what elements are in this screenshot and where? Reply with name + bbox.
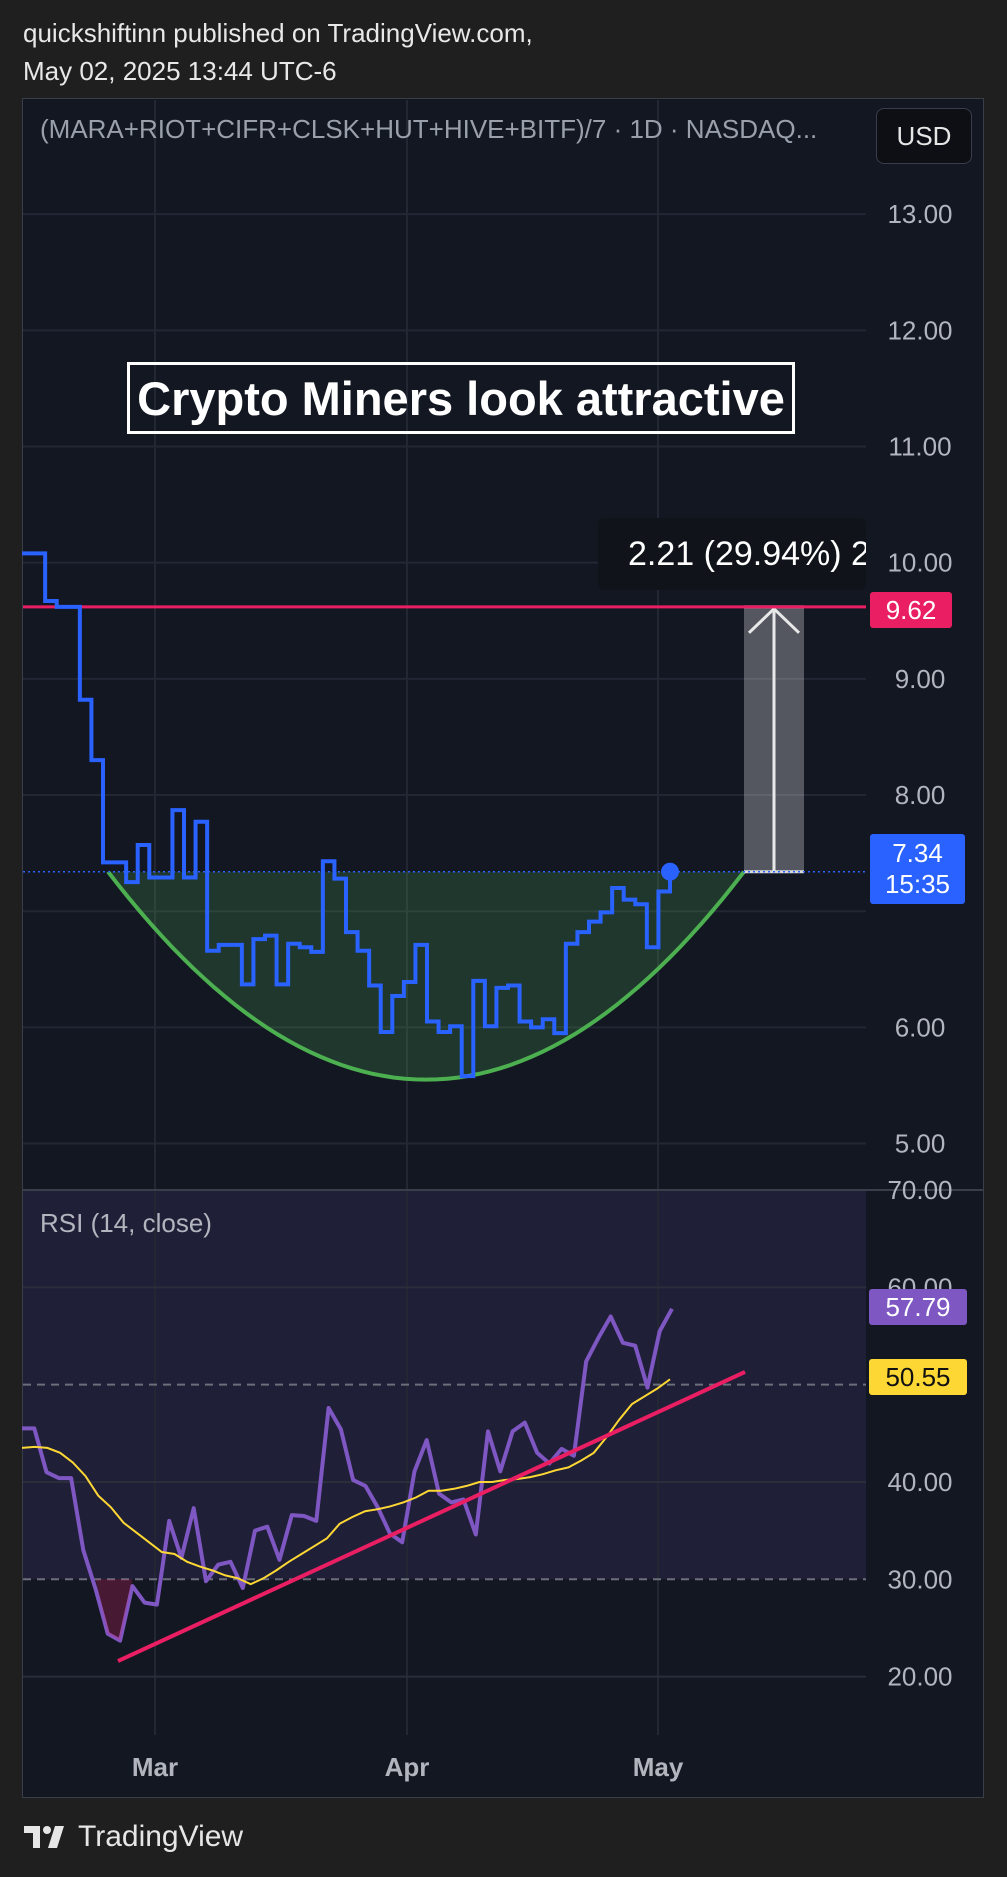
symbol-label: (MARA+RIOT+CIFR+CLSK+HUT+HIVE+BITF)/7 · … [40, 114, 818, 144]
resistance-price-tag: 9.62 [870, 592, 952, 628]
rsi-ma-value-tag: 50.55 [869, 1359, 967, 1395]
last-price-value: 7.34 [892, 838, 943, 868]
price-axis-label: 8.00 [895, 780, 946, 810]
currency-button[interactable]: USD [876, 108, 972, 164]
time-axis-label: Apr [385, 1752, 430, 1782]
rsi-axis-label: 70.00 [887, 1175, 952, 1205]
price-axis-label: 13.00 [887, 199, 952, 229]
price-axis-label: 11.00 [888, 432, 951, 462]
time-axis-label: May [633, 1752, 684, 1782]
rsi-axis-label: 20.00 [887, 1662, 952, 1692]
time-axis-label: Mar [132, 1752, 178, 1782]
chart-canvas[interactable]: 13.00 12.00 11.00 10.00 9.00 8.00 6.00 5.00 70.0… [0, 0, 1007, 1877]
bar-countdown: 15:35 [884, 869, 951, 899]
rsi-axis-label: 30.00 [887, 1564, 952, 1594]
last-price-tag: 7.34 15:35 [870, 834, 965, 904]
price-axis-label: 12.00 [887, 315, 952, 345]
rsi-indicator-label[interactable]: RSI (14, close) [40, 1208, 212, 1239]
rsi-value-tag: 57.79 [869, 1289, 967, 1325]
price-axis-label: 5.00 [895, 1129, 946, 1159]
price-axis-label: 10.00 [887, 548, 952, 578]
price-axis-label: 6.00 [895, 1012, 946, 1042]
measure-label: 2.21 (29.94%) 2 [598, 518, 866, 590]
rsi-axis-label: 40.00 [887, 1467, 952, 1497]
tradingview-brand[interactable]: TradingView [24, 1820, 243, 1854]
annotation-title[interactable]: Crypto Miners look attractive [127, 362, 795, 434]
brand-name: TradingView [78, 1820, 244, 1853]
tradingview-logo-icon [24, 1826, 64, 1848]
price-axis-label: 9.00 [895, 664, 946, 694]
last-price-dot [661, 862, 679, 881]
